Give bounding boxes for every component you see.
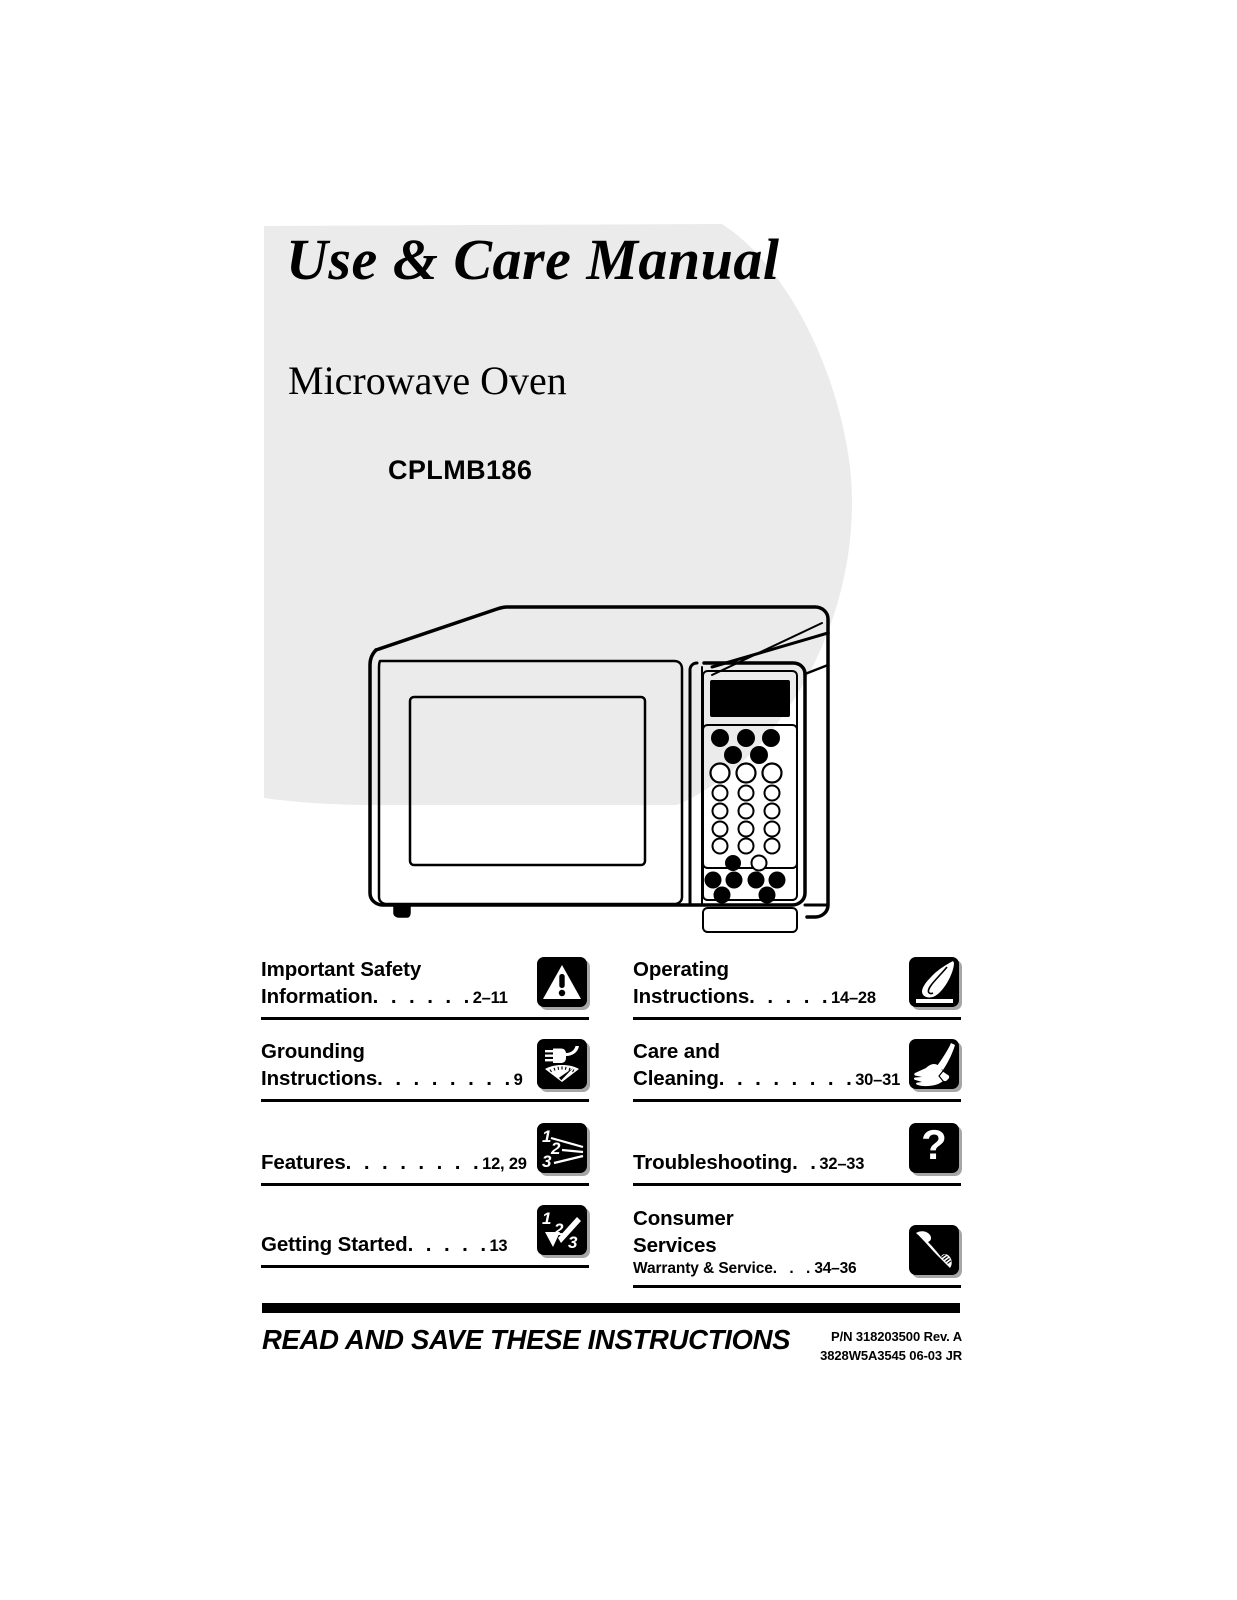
toc-entry-label: Care and Cleaning. . . . . . . .30–31 <box>633 1038 903 1095</box>
product-type-heading: Microwave Oven <box>288 357 567 403</box>
toc-line-1: Important Safety <box>261 957 422 981</box>
toc-entry-grounding-instructions[interactable]: Grounding Instructions. . . . . . . .9 <box>261 1020 589 1102</box>
toc-entry-label: Features. . . . . . . .12, 29 <box>261 1149 531 1178</box>
numbered-callouts-icon: 1 2 3 <box>537 1123 589 1175</box>
toc-label-text: Information <box>261 984 373 1008</box>
toc-leader-dots: . . . . . . . . <box>718 1066 856 1090</box>
toc-entry-label: Troubleshooting. .32–33 <box>633 1149 903 1178</box>
toc-entry-label: Getting Started. . . . .13 <box>261 1231 531 1260</box>
toc-line-2: Features. . . . . . . .12, 29 <box>261 1149 531 1176</box>
toc-leader-dots: . . . <box>772 1260 815 1278</box>
toc-label-text: Troubleshooting <box>633 1150 793 1174</box>
toc-line-1: Consumer <box>633 1206 734 1230</box>
toc-page-numbers: 2–11 <box>472 988 508 1007</box>
toc-label-text: Instructions <box>633 984 750 1008</box>
svg-text:3: 3 <box>542 1152 552 1171</box>
plug-meter-icon <box>537 1039 589 1091</box>
page-title: Use & Care Manual <box>286 227 780 292</box>
toc-subentry-warranty-and-service: Warranty & Service. . .34–36 <box>633 1259 903 1280</box>
warning-triangle-icon <box>537 957 589 1009</box>
toc-line-2: Instructions. . . . .14–28 <box>633 983 903 1010</box>
toc-label-text: Instructions <box>261 1066 378 1090</box>
model-number: CPLMB186 <box>388 454 533 485</box>
svg-text:2: 2 <box>550 1139 561 1158</box>
toc-line-1: Care and <box>633 1039 720 1063</box>
toc-leader-dots: . . . . . . . . <box>345 1150 483 1174</box>
toc-line-2: Instructions. . . . . . . .9 <box>261 1065 531 1092</box>
toc-entry-label: Consumer Services Warranty & Service. . … <box>633 1205 903 1280</box>
svg-text:?: ? <box>921 1123 947 1168</box>
toc-entry-label: Grounding Instructions. . . . . . . .9 <box>261 1038 531 1095</box>
part-number: P/N 318203500 Rev. A <box>831 1329 962 1344</box>
toc-leader-dots: . . . . . . <box>372 984 473 1008</box>
part-number-block: P/N 318203500 Rev. A 3828W5A3545 06-03 J… <box>820 1322 962 1366</box>
telephone-handset-icon <box>909 1225 961 1277</box>
toc-page-numbers: 34–36 <box>814 1260 857 1278</box>
toc-line-1: Operating <box>633 957 729 981</box>
hand-wiping-cloth-icon <box>909 1039 961 1091</box>
toc-entry-important-safety-information[interactable]: Important Safety Information. . . . . .2… <box>261 946 589 1020</box>
toc-line-2: Cleaning. . . . . . . .30–31 <box>633 1065 903 1092</box>
toc-line-2: Troubleshooting. .32–33 <box>633 1149 903 1176</box>
toc-entry-features[interactable]: Features. . . . . . . .12, 29 1 2 3 <box>261 1102 589 1186</box>
toc-page-numbers: 14–28 <box>831 988 876 1007</box>
toc-entry-care-and-cleaning[interactable]: Care and Cleaning. . . . . . . .30–31 <box>633 1020 961 1102</box>
toc-leader-dots: . . <box>792 1150 820 1174</box>
document-code: 3828W5A3545 06-03 JR <box>820 1347 962 1363</box>
toc-left-column: Important Safety Information. . . . . .2… <box>261 946 589 1288</box>
toc-label-text: Getting Started <box>261 1232 408 1256</box>
question-mark-icon: ? <box>909 1123 961 1175</box>
toc-line-2: Services <box>633 1234 717 1258</box>
microwave-oven-illustration <box>352 575 852 945</box>
svg-text:1: 1 <box>542 1209 551 1228</box>
toc-entry-label: Important Safety Information. . . . . .2… <box>261 956 531 1013</box>
toc-page-numbers: 13 <box>489 1236 508 1255</box>
toc-entry-troubleshooting[interactable]: Troubleshooting. .32–33 ? <box>633 1102 961 1186</box>
toc-leader-dots: . . . . . <box>407 1232 490 1256</box>
toc-entry-label: Operating Instructions. . . . .14–28 <box>633 956 903 1013</box>
toc-leader-dots: . . . . . <box>749 984 831 1008</box>
toc-line-1: Grounding <box>261 1039 365 1063</box>
read-and-save-notice: READ AND SAVE THESE INSTRUCTIONS <box>262 1324 791 1355</box>
toc-label-text: Cleaning <box>633 1066 719 1090</box>
finger-press-button-icon <box>909 957 961 1009</box>
toc-entry-operating-instructions[interactable]: Operating Instructions. . . . .14–28 <box>633 946 961 1020</box>
numbered-steps-check-icon: 1 2 3 <box>537 1205 589 1257</box>
svg-text:3: 3 <box>568 1233 578 1252</box>
toc-entry-consumer-services[interactable]: Consumer Services Warranty & Service. . … <box>633 1186 961 1288</box>
cover-heading-block: Use & Care Manual Microwave Oven CPLMB18… <box>262 227 922 486</box>
toc-entry-getting-started[interactable]: Getting Started. . . . .13 1 2 3 <box>261 1186 589 1268</box>
footer-divider-rule <box>262 1303 960 1313</box>
toc-label-text: Features <box>261 1150 346 1174</box>
toc-page-numbers: 12, 29 <box>482 1154 527 1173</box>
toc-leader-dots: . . . . . . . . <box>377 1066 514 1090</box>
toc-right-column: Operating Instructions. . . . .14–28 Car… <box>633 946 961 1288</box>
toc-page-numbers: 32–33 <box>819 1154 865 1173</box>
manual-cover-page: Use & Care Manual Microwave Oven CPLMB18… <box>0 0 1237 1600</box>
footer: READ AND SAVE THESE INSTRUCTIONS P/N 318… <box>262 1322 962 1366</box>
toc-page-numbers: 30–31 <box>855 1070 901 1089</box>
toc-line-2: Information. . . . . .2–11 <box>261 983 531 1010</box>
toc-sub-label-text: Warranty & Service <box>633 1260 773 1278</box>
table-of-contents: Important Safety Information. . . . . .2… <box>261 946 961 1288</box>
toc-line-2: Getting Started. . . . .13 <box>261 1231 531 1258</box>
toc-page-numbers: 9 <box>513 1070 523 1089</box>
